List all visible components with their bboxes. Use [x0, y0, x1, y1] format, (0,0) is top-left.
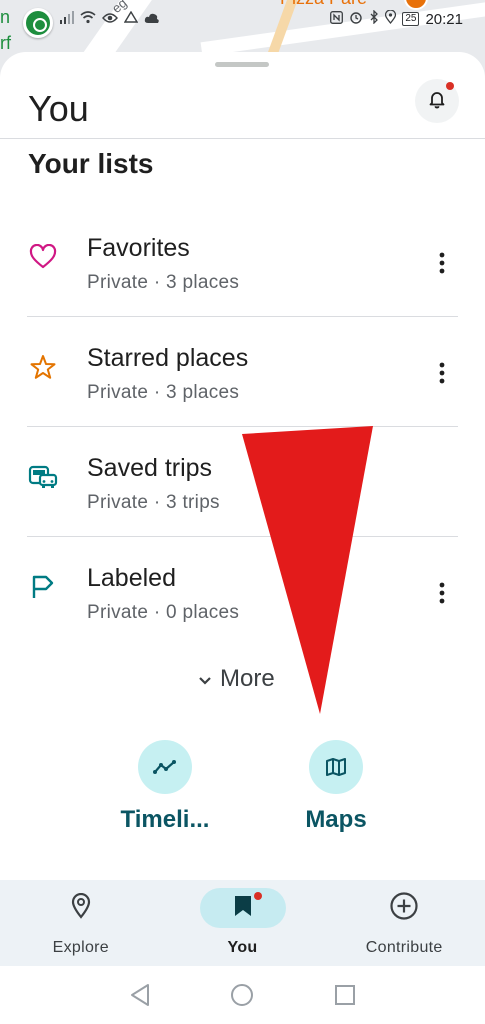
home-icon[interactable] [229, 982, 255, 1008]
list-item-subtitle: Private · 3 trips [87, 492, 220, 513]
notifications-button[interactable] [415, 79, 459, 123]
list-item-subtitle: Private · 3 places [87, 272, 240, 293]
back-icon[interactable] [127, 982, 153, 1008]
more-vert-icon[interactable] [428, 579, 456, 607]
wifi-icon [80, 10, 96, 28]
signal-icon [60, 10, 74, 28]
status-bar: 25 20:21 [0, 8, 485, 34]
flag-icon [28, 572, 58, 602]
list-item-title: Starred places [87, 344, 249, 372]
alarm-icon [349, 10, 363, 28]
bus-car-icon [28, 462, 58, 492]
timeline-label: Timeli... [120, 806, 210, 833]
page-title: You [28, 88, 89, 129]
recents-icon[interactable] [332, 982, 358, 1008]
drive-icon [123, 10, 139, 28]
star-icon [28, 352, 58, 382]
chevron-down-icon [198, 665, 212, 693]
bluetooth-icon [369, 9, 379, 28]
nav-you-label: You [227, 939, 258, 956]
heart-icon [28, 242, 58, 272]
list-item-favorites[interactable]: Favorites Private · 3 places [0, 207, 485, 317]
map-icon [309, 740, 363, 794]
you-pill [199, 888, 286, 928]
bell-icon [427, 89, 447, 114]
bottom-nav: Explore You Contribute [0, 880, 485, 966]
notification-badge [446, 82, 454, 90]
list-item-subtitle: Private · 3 places [87, 382, 240, 403]
nav-you[interactable]: You [162, 880, 324, 966]
eye-icon [102, 10, 118, 28]
timeline-icon [138, 740, 192, 794]
list-item-subtitle: Private · 0 places [87, 602, 240, 623]
list-item-title: Labeled [87, 564, 176, 592]
nav-contribute-label: Contribute [365, 939, 443, 956]
status-time: 20:21 [425, 10, 463, 28]
maps-label: Maps [305, 806, 367, 833]
system-nav-bar [0, 966, 485, 1024]
nfc-icon [330, 10, 344, 28]
nav-notification-badge [253, 892, 262, 900]
contribute-pill [361, 888, 447, 928]
list-item-title: Saved trips [87, 454, 213, 482]
cloud-icon [144, 10, 160, 28]
more-vert-icon[interactable] [428, 359, 456, 387]
explore-pill [38, 888, 124, 928]
add-circle-icon [389, 891, 419, 926]
maps-button[interactable]: Maps [266, 740, 406, 834]
timeline-button[interactable]: Timeli... [95, 740, 235, 834]
header-divider [0, 138, 485, 139]
drag-handle[interactable] [215, 62, 269, 67]
nav-explore-label: Explore [52, 939, 110, 956]
list-item-title: Favorites [87, 234, 190, 262]
nav-explore[interactable]: Explore [0, 880, 162, 966]
your-lists-heading: Your lists [28, 148, 154, 179]
red-arrow-annotation [242, 426, 373, 714]
battery-icon: 25 [402, 12, 420, 26]
location-pin-icon [71, 892, 91, 924]
nav-contribute[interactable]: Contribute [323, 880, 485, 966]
list-item-starred-places[interactable]: Starred places Private · 3 places [0, 317, 485, 427]
location-icon [385, 9, 397, 28]
bookmark-icon [233, 894, 253, 923]
more-vert-icon[interactable] [428, 249, 456, 277]
